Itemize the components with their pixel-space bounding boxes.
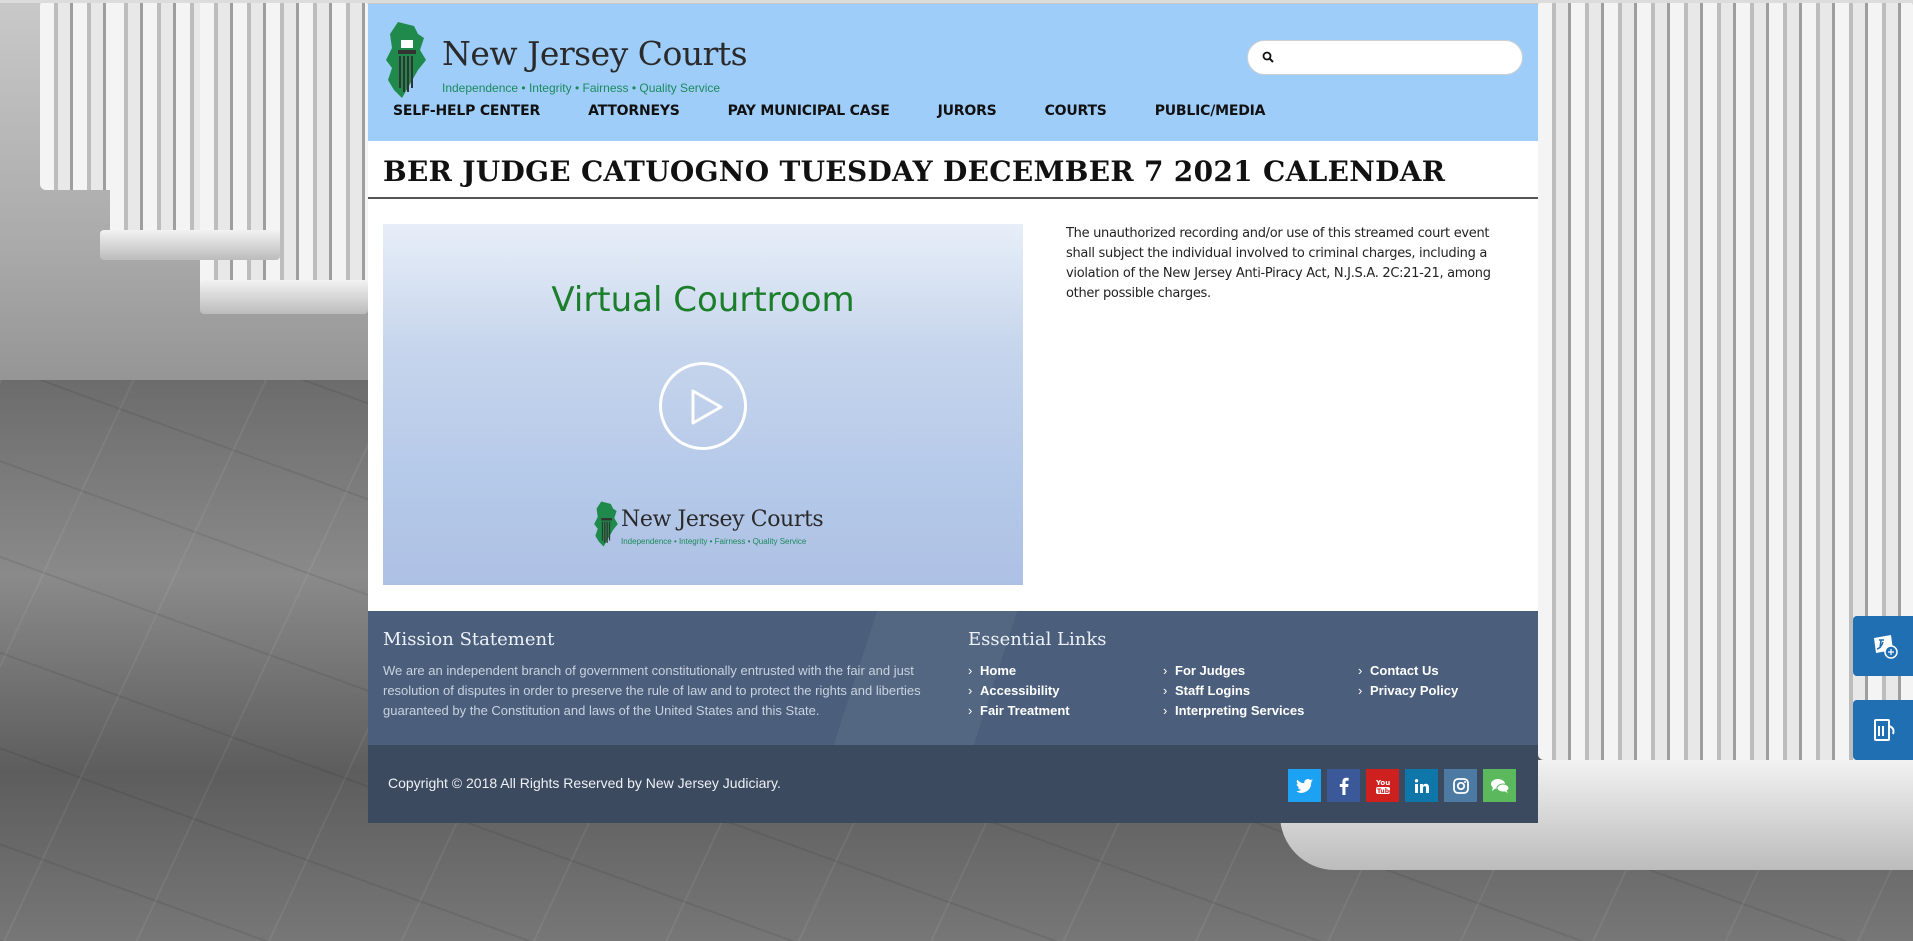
link-contact-us[interactable]: Contact Us xyxy=(1358,661,1518,681)
site-logo[interactable]: New Jersey Courts Independence • Integri… xyxy=(384,20,748,100)
instagram-icon[interactable] xyxy=(1444,769,1477,802)
link-privacy-policy[interactable]: Privacy Policy xyxy=(1358,681,1518,701)
main-panel: New Jersey Courts Independence • Integri… xyxy=(368,4,1538,823)
youtube-icon[interactable]: You Tube xyxy=(1366,769,1399,802)
logo-tagline: Independence • Integrity • Fairness • Qu… xyxy=(442,81,721,95)
page-title: BER JUDGE CATUOGNO TUESDAY DECEMBER 7 20… xyxy=(383,155,1446,188)
essential-links: Home For Judges Contact Us Accessibility… xyxy=(968,661,1518,721)
links-heading: Essential Links xyxy=(968,629,1107,650)
document-tab[interactable] xyxy=(1853,700,1913,760)
top-border xyxy=(0,0,1913,3)
link-interpreting-services[interactable]: Interpreting Services xyxy=(1163,701,1358,721)
nav-self-help-center[interactable]: SELF-HELP CENTER xyxy=(393,103,540,119)
play-button[interactable] xyxy=(659,362,747,450)
mission-text: We are an independent branch of governme… xyxy=(383,663,921,718)
twitter-icon[interactable] xyxy=(1288,769,1321,802)
language-icon xyxy=(1874,635,1898,659)
search-box[interactable] xyxy=(1247,40,1523,75)
mission-heading: Mission Statement xyxy=(383,629,555,650)
copyright-bar: Copyright © 2018 All Rights Reserved by … xyxy=(368,745,1538,823)
linkedin-icon[interactable] xyxy=(1405,769,1438,802)
site-header: New Jersey Courts Independence • Integri… xyxy=(368,4,1538,141)
video-player[interactable]: Virtual Courtroom New Jersey Courts Inde… xyxy=(383,224,1023,585)
nav-public-media[interactable]: PUBLIC/MEDIA xyxy=(1155,103,1266,119)
chat-icon[interactable] xyxy=(1483,769,1516,802)
language-tab[interactable] xyxy=(1853,616,1913,676)
document-icon xyxy=(1874,719,1895,741)
svg-text:Tube: Tube xyxy=(1377,788,1392,795)
link-for-judges[interactable]: For Judges xyxy=(1163,661,1358,681)
video-logo-tagline: Independence • Integrity • Fairness • Qu… xyxy=(621,537,807,546)
video-logo-title: New Jersey Courts xyxy=(621,507,824,532)
nav-pay-municipal-case[interactable]: PAY MUNICIPAL CASE xyxy=(728,103,890,119)
facebook-icon[interactable] xyxy=(1327,769,1360,802)
video-heading: Virtual Courtroom xyxy=(551,280,855,320)
nj-state-logo-icon xyxy=(594,501,618,547)
search-input[interactable] xyxy=(1282,47,1512,69)
svg-text:You: You xyxy=(1375,779,1390,787)
social-links: You Tube xyxy=(1288,769,1516,802)
logo-title: New Jersey Courts xyxy=(442,34,748,73)
link-accessibility[interactable]: Accessibility xyxy=(968,681,1163,701)
copyright-text: Copyright © 2018 All Rights Reserved by … xyxy=(388,775,781,791)
main-content: Virtual Courtroom New Jersey Courts Inde… xyxy=(368,199,1538,611)
link-home[interactable]: Home xyxy=(968,661,1163,681)
play-icon xyxy=(691,389,723,425)
nav-jurors[interactable]: JURORS xyxy=(938,103,997,119)
nj-state-logo-icon xyxy=(386,22,426,98)
video-logo: New Jersey Courts Independence • Integri… xyxy=(593,497,824,557)
nav-courts[interactable]: COURTS xyxy=(1045,103,1107,119)
nav-attorneys[interactable]: ATTORNEYS xyxy=(588,103,680,119)
title-bar: BER JUDGE CATUOGNO TUESDAY DECEMBER 7 20… xyxy=(368,141,1538,199)
search-icon[interactable] xyxy=(1262,51,1274,63)
main-nav: SELF-HELP CENTER ATTORNEYS PAY MUNICIPAL… xyxy=(393,103,1313,119)
footer: Mission Statement We are an independent … xyxy=(368,611,1538,745)
recording-notice: The unauthorized recording and/or use of… xyxy=(1066,226,1491,301)
link-staff-logins[interactable]: Staff Logins xyxy=(1163,681,1358,701)
link-fair-treatment[interactable]: Fair Treatment xyxy=(968,701,1163,721)
